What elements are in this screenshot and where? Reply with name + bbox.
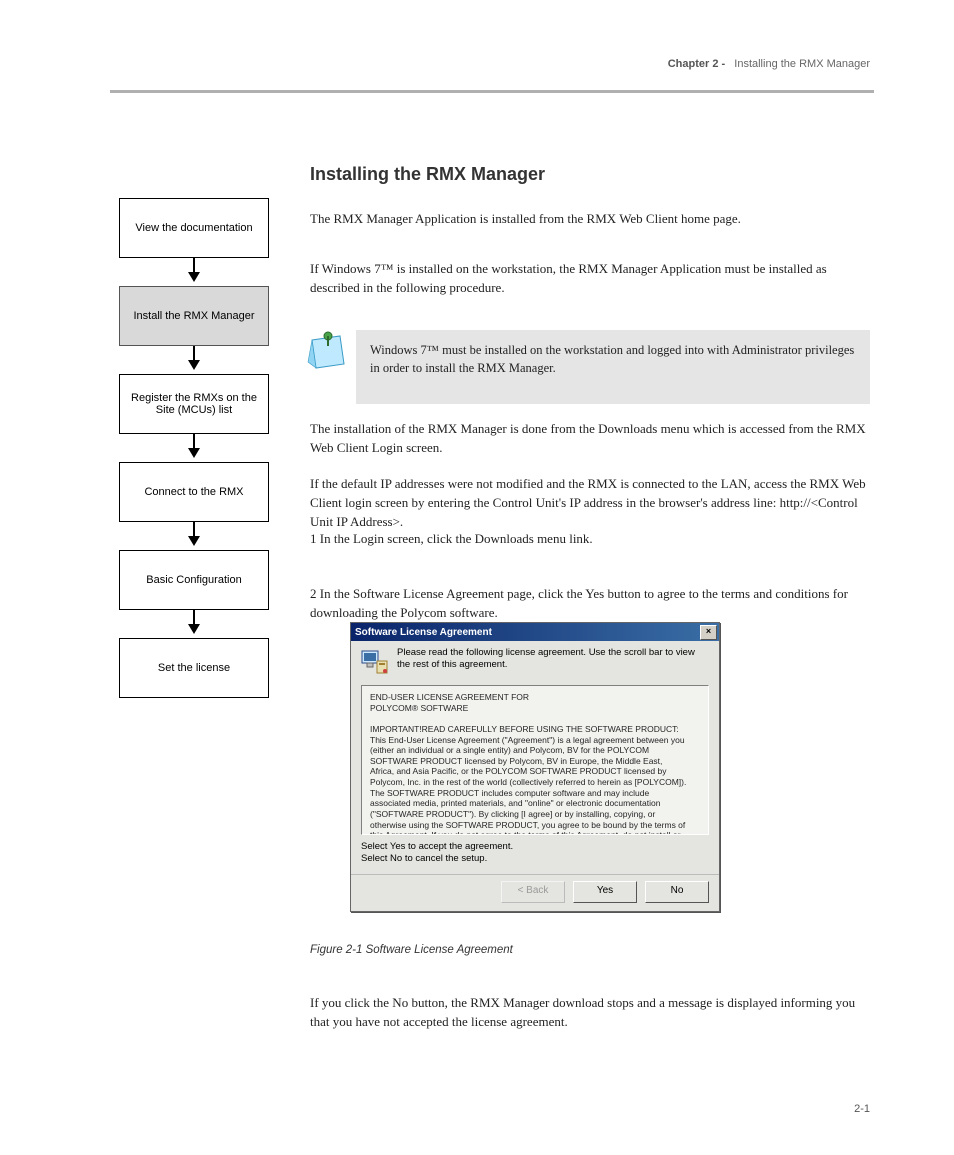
intro-paragraph-2: If Windows 7™ is installed on the workst…	[310, 260, 870, 298]
flow-step-connect: Connect to the RMX	[119, 462, 269, 522]
section-heading: Installing the RMX Manager	[310, 164, 545, 185]
dialog-button-row: < Back Yes No	[351, 874, 719, 911]
page-root: Chapter 2 - Installing the RMX Manager I…	[0, 0, 954, 1155]
license-agreement-dialog: Software License Agreement × Please read…	[350, 622, 720, 912]
install-flowchart: View the documentation Install the RMX M…	[114, 198, 274, 698]
step-2: 2 In the Software License Agreement page…	[310, 585, 870, 623]
header-rule	[110, 90, 874, 93]
installer-icon	[359, 647, 389, 677]
dialog-instruction: Please read the following license agreem…	[397, 647, 709, 671]
step-1: 1 In the Login screen, click the Downloa…	[310, 530, 870, 549]
flow-step-basic-config: Basic Configuration	[119, 550, 269, 610]
chapter-indicator: Chapter 2 - Installing the RMX Manager	[668, 58, 870, 70]
page-number: 2-1	[854, 1103, 870, 1115]
intro-paragraph-1: The RMX Manager Application is installed…	[310, 210, 870, 229]
flow-step-register: Register the RMXs on the Site (MCUs) lis…	[119, 374, 269, 434]
flow-step-set-license: Set the license	[119, 638, 269, 698]
chapter-prefix: Chapter 2 -	[668, 58, 725, 70]
dialog-select-note: Select Yes to accept the agreement. Sele…	[361, 841, 709, 866]
body-paragraph-3: The installation of the RMX Manager is d…	[310, 420, 870, 458]
body-paragraph-after-dialog: If you click the No button, the RMX Mana…	[310, 994, 870, 1032]
note-text: Windows 7™ must be installed on the work…	[356, 330, 870, 404]
close-icon[interactable]: ×	[700, 625, 717, 640]
license-text: END-USER LICENSE AGREEMENT FOR POLYCOM® …	[370, 692, 688, 835]
license-text-pane[interactable]: END-USER LICENSE AGREEMENT FOR POLYCOM® …	[361, 685, 709, 835]
flow-step-documentation: View the documentation	[119, 198, 269, 258]
chapter-name: Installing the RMX Manager	[734, 58, 870, 70]
body-paragraph-4: If the default IP addresses were not mod…	[310, 475, 870, 532]
dialog-header-row: Please read the following license agreem…	[351, 641, 719, 685]
note-pin-icon	[306, 330, 348, 372]
dialog-titlebar: Software License Agreement ×	[351, 623, 719, 641]
dialog-title: Software License Agreement	[355, 627, 492, 638]
flow-step-install-rmx-manager: Install the RMX Manager	[119, 286, 269, 346]
dialog-figure-caption: Figure 2-1 Software License Agreement	[310, 944, 513, 956]
back-button: < Back	[501, 881, 565, 903]
no-button[interactable]: No	[645, 881, 709, 903]
yes-button[interactable]: Yes	[573, 881, 637, 903]
note-callout: Windows 7™ must be installed on the work…	[306, 330, 870, 404]
